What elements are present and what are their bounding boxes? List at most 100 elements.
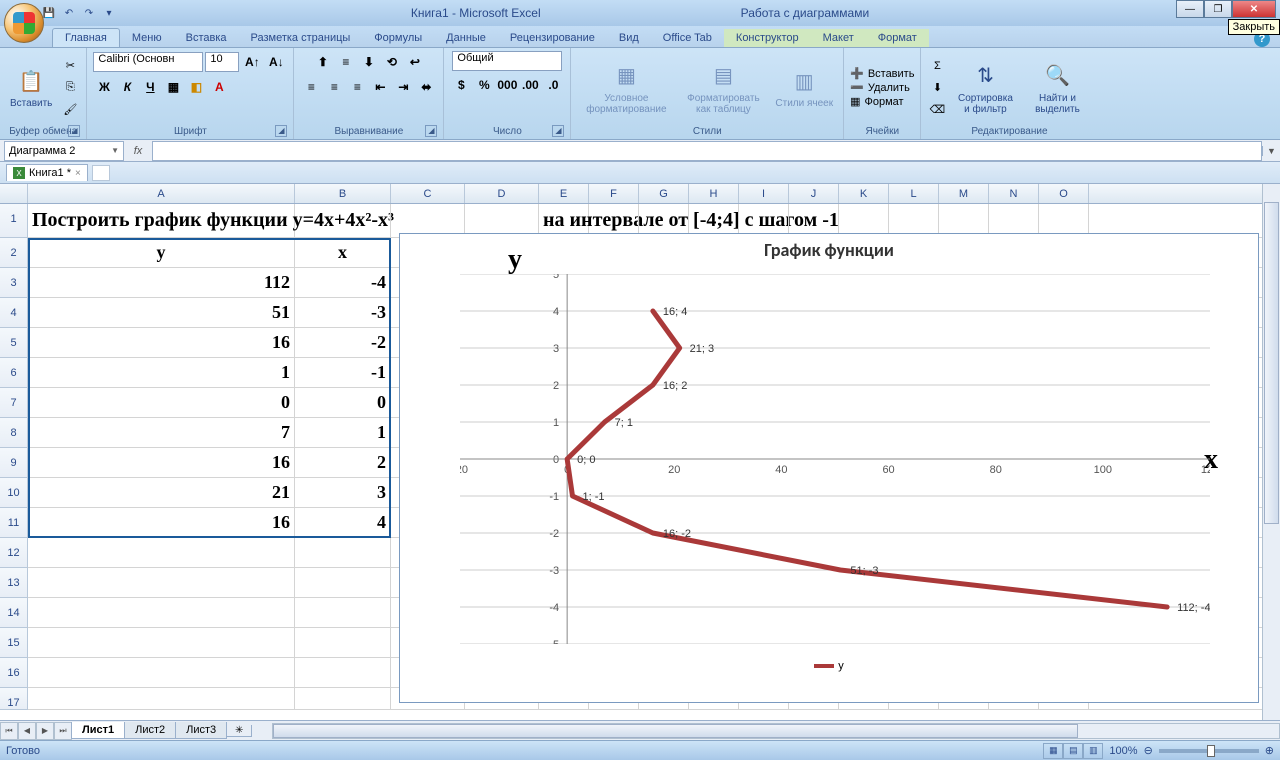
window-minimize-button[interactable]: —: [1176, 0, 1204, 18]
cell[interactable]: 7: [28, 418, 295, 447]
format-painter-button[interactable]: 🖌: [60, 100, 80, 120]
column-header[interactable]: K: [839, 184, 889, 203]
align-left-button[interactable]: ≡: [300, 76, 322, 98]
row-header[interactable]: 2: [0, 238, 28, 268]
font-launcher-icon[interactable]: ◢: [275, 125, 287, 137]
window-restore-button[interactable]: ❐: [1204, 0, 1232, 18]
tab-chart-format[interactable]: Формат: [866, 29, 929, 47]
autosum-button[interactable]: Σ: [927, 56, 947, 76]
row-header[interactable]: 7: [0, 388, 28, 418]
row-header[interactable]: 15: [0, 628, 28, 658]
document-tab[interactable]: X Книга1 * ×: [6, 164, 88, 181]
cell[interactable]: [295, 688, 391, 709]
column-header[interactable]: J: [789, 184, 839, 203]
tab-page-layout[interactable]: Разметка страницы: [239, 29, 363, 47]
orientation-button[interactable]: ⟲: [381, 51, 403, 73]
format-cells-button[interactable]: ▦Формат: [850, 95, 914, 108]
align-center-button[interactable]: ≡: [323, 76, 345, 98]
column-header[interactable]: M: [939, 184, 989, 203]
cell[interactable]: Построить график функции y=4x+4x²-x³: [28, 204, 295, 237]
cell[interactable]: x: [295, 238, 391, 267]
alignment-launcher-icon[interactable]: ◢: [425, 125, 437, 137]
row-header[interactable]: 16: [0, 658, 28, 688]
paste-button[interactable]: 📋 Вставить: [6, 64, 56, 111]
horizontal-scrollbar[interactable]: [272, 723, 1280, 739]
cell[interactable]: -1: [295, 358, 391, 387]
cells-area[interactable]: График функции y x -5-4-3-2-1012345-2002…: [28, 204, 1280, 720]
cell[interactable]: 4: [295, 508, 391, 537]
formula-bar-expand-icon[interactable]: ▼: [1262, 146, 1280, 156]
cell[interactable]: [28, 598, 295, 627]
clipboard-launcher-icon[interactable]: ◢: [68, 125, 80, 137]
sheet-tab-3[interactable]: Лист3: [175, 722, 227, 739]
zoom-slider[interactable]: [1159, 749, 1259, 753]
tab-view[interactable]: Вид: [607, 29, 651, 47]
qat-dropdown-icon[interactable]: ▾: [100, 4, 118, 22]
increase-decimal-button[interactable]: .00: [519, 74, 541, 96]
sort-filter-button[interactable]: ⇅Сортировка и фильтр: [951, 59, 1019, 117]
align-top-button[interactable]: ⬆: [312, 51, 334, 73]
tab-home[interactable]: Главная: [52, 28, 120, 47]
row-header[interactable]: 3: [0, 268, 28, 298]
zoom-thumb[interactable]: [1207, 745, 1215, 757]
column-header[interactable]: L: [889, 184, 939, 203]
zoom-level[interactable]: 100%: [1109, 745, 1137, 757]
italic-button[interactable]: К: [116, 76, 138, 98]
cell[interactable]: 51: [28, 298, 295, 327]
chart-object[interactable]: График функции y x -5-4-3-2-1012345-2002…: [399, 233, 1259, 703]
font-color-button[interactable]: A: [208, 76, 230, 98]
column-header[interactable]: H: [689, 184, 739, 203]
qat-redo-icon[interactable]: ↷: [80, 4, 98, 22]
cell[interactable]: -3: [295, 298, 391, 327]
column-header[interactable]: B: [295, 184, 391, 203]
zoom-in-button[interactable]: ⊕: [1265, 744, 1274, 757]
cell[interactable]: [28, 538, 295, 567]
new-document-tab[interactable]: [92, 165, 110, 181]
increase-indent-button[interactable]: ⇥: [392, 76, 414, 98]
view-page-layout-button[interactable]: ▤: [1063, 743, 1083, 759]
conditional-formatting-button[interactable]: ▦Условное форматирование: [577, 59, 675, 117]
fx-button[interactable]: fx: [124, 145, 152, 157]
cell[interactable]: 112: [28, 268, 295, 297]
name-box-dropdown-icon[interactable]: ▼: [111, 146, 119, 155]
column-header[interactable]: D: [465, 184, 539, 203]
chart-legend[interactable]: y: [400, 660, 1258, 672]
row-header[interactable]: 8: [0, 418, 28, 448]
cell[interactable]: -4: [295, 268, 391, 297]
cell[interactable]: y: [28, 238, 295, 267]
row-header[interactable]: 10: [0, 478, 28, 508]
underline-button[interactable]: Ч: [139, 76, 161, 98]
cell[interactable]: [295, 658, 391, 687]
wrap-text-button[interactable]: ↩: [404, 51, 426, 73]
bold-button[interactable]: Ж: [93, 76, 115, 98]
row-header[interactable]: 1: [0, 204, 28, 238]
tab-review[interactable]: Рецензирование: [498, 29, 607, 47]
percent-button[interactable]: %: [473, 74, 495, 96]
cell[interactable]: [295, 568, 391, 597]
find-select-button[interactable]: 🔍Найти и выделить: [1023, 59, 1091, 117]
copy-button[interactable]: ⎘: [60, 78, 80, 98]
column-header[interactable]: A: [28, 184, 295, 203]
cell[interactable]: 0: [28, 388, 295, 417]
clear-button[interactable]: ⌫: [927, 100, 947, 120]
window-close-button[interactable]: ✕: [1232, 0, 1276, 18]
fill-color-button[interactable]: ◧: [185, 76, 207, 98]
cell[interactable]: 16: [28, 328, 295, 357]
align-middle-button[interactable]: ≡: [335, 51, 357, 73]
row-header[interactable]: 11: [0, 508, 28, 538]
merge-button[interactable]: ⬌: [415, 76, 437, 98]
row-header[interactable]: 13: [0, 568, 28, 598]
row-header[interactable]: 5: [0, 328, 28, 358]
cell[interactable]: 0: [295, 388, 391, 417]
sheet-nav-prev-button[interactable]: ◀: [18, 722, 36, 740]
cell[interactable]: -2: [295, 328, 391, 357]
cell[interactable]: [295, 204, 391, 237]
qat-undo-icon[interactable]: ↶: [60, 4, 78, 22]
cell[interactable]: [295, 598, 391, 627]
tab-insert[interactable]: Вставка: [174, 29, 239, 47]
number-format-combo[interactable]: Общий: [452, 51, 562, 71]
vscroll-thumb[interactable]: [1264, 202, 1279, 524]
cell[interactable]: [28, 628, 295, 657]
row-header[interactable]: 17: [0, 688, 28, 710]
tab-menu[interactable]: Меню: [120, 29, 174, 47]
